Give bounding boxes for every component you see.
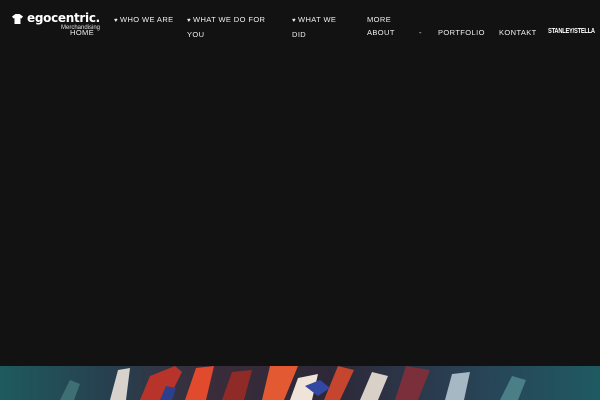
nav-item-more-about[interactable]: MORE ABOUT bbox=[367, 13, 415, 39]
dropdown-heart-icon: ♥ bbox=[114, 18, 118, 24]
nav-item-what-we-did[interactable]: ♥ WHAT WE DID bbox=[292, 13, 352, 41]
hero-image bbox=[0, 366, 600, 400]
hero-image-artwork bbox=[0, 366, 600, 400]
partner-logo-stanley-stella[interactable]: STANLEY/STELLA bbox=[548, 27, 595, 36]
dropdown-heart-icon: ♥ bbox=[292, 18, 296, 24]
nav-did-label: WHAT WE DID bbox=[292, 15, 337, 39]
nav-more-label: MORE ABOUT bbox=[367, 15, 395, 37]
nav-portfolio-label: PORTFOLIO bbox=[438, 28, 485, 37]
dropdown-heart-icon: ♥ bbox=[187, 18, 191, 24]
nav-home-label: HOME bbox=[70, 28, 95, 37]
nav-separator-label: - bbox=[419, 28, 422, 37]
nav-kontakt-label: KONTAKT bbox=[499, 28, 537, 37]
brand-name: egocentric. bbox=[27, 11, 100, 25]
nav-item-portfolio[interactable]: PORTFOLIO bbox=[438, 26, 488, 39]
nav-item-who-we-are[interactable]: ♥ WHO WE ARE bbox=[114, 13, 174, 28]
nav-item-home[interactable]: HOME bbox=[70, 26, 110, 39]
nav-item-what-we-do[interactable]: ♥ WHAT WE DO FOR YOU bbox=[187, 13, 277, 41]
nav-separator: - bbox=[419, 26, 427, 39]
tshirt-icon bbox=[12, 14, 23, 24]
nav-item-kontakt[interactable]: KONTAKT bbox=[499, 26, 539, 39]
nav-who-label: WHO WE ARE bbox=[119, 15, 174, 24]
nav-what-label: WHAT WE DO FOR YOU bbox=[187, 15, 266, 39]
